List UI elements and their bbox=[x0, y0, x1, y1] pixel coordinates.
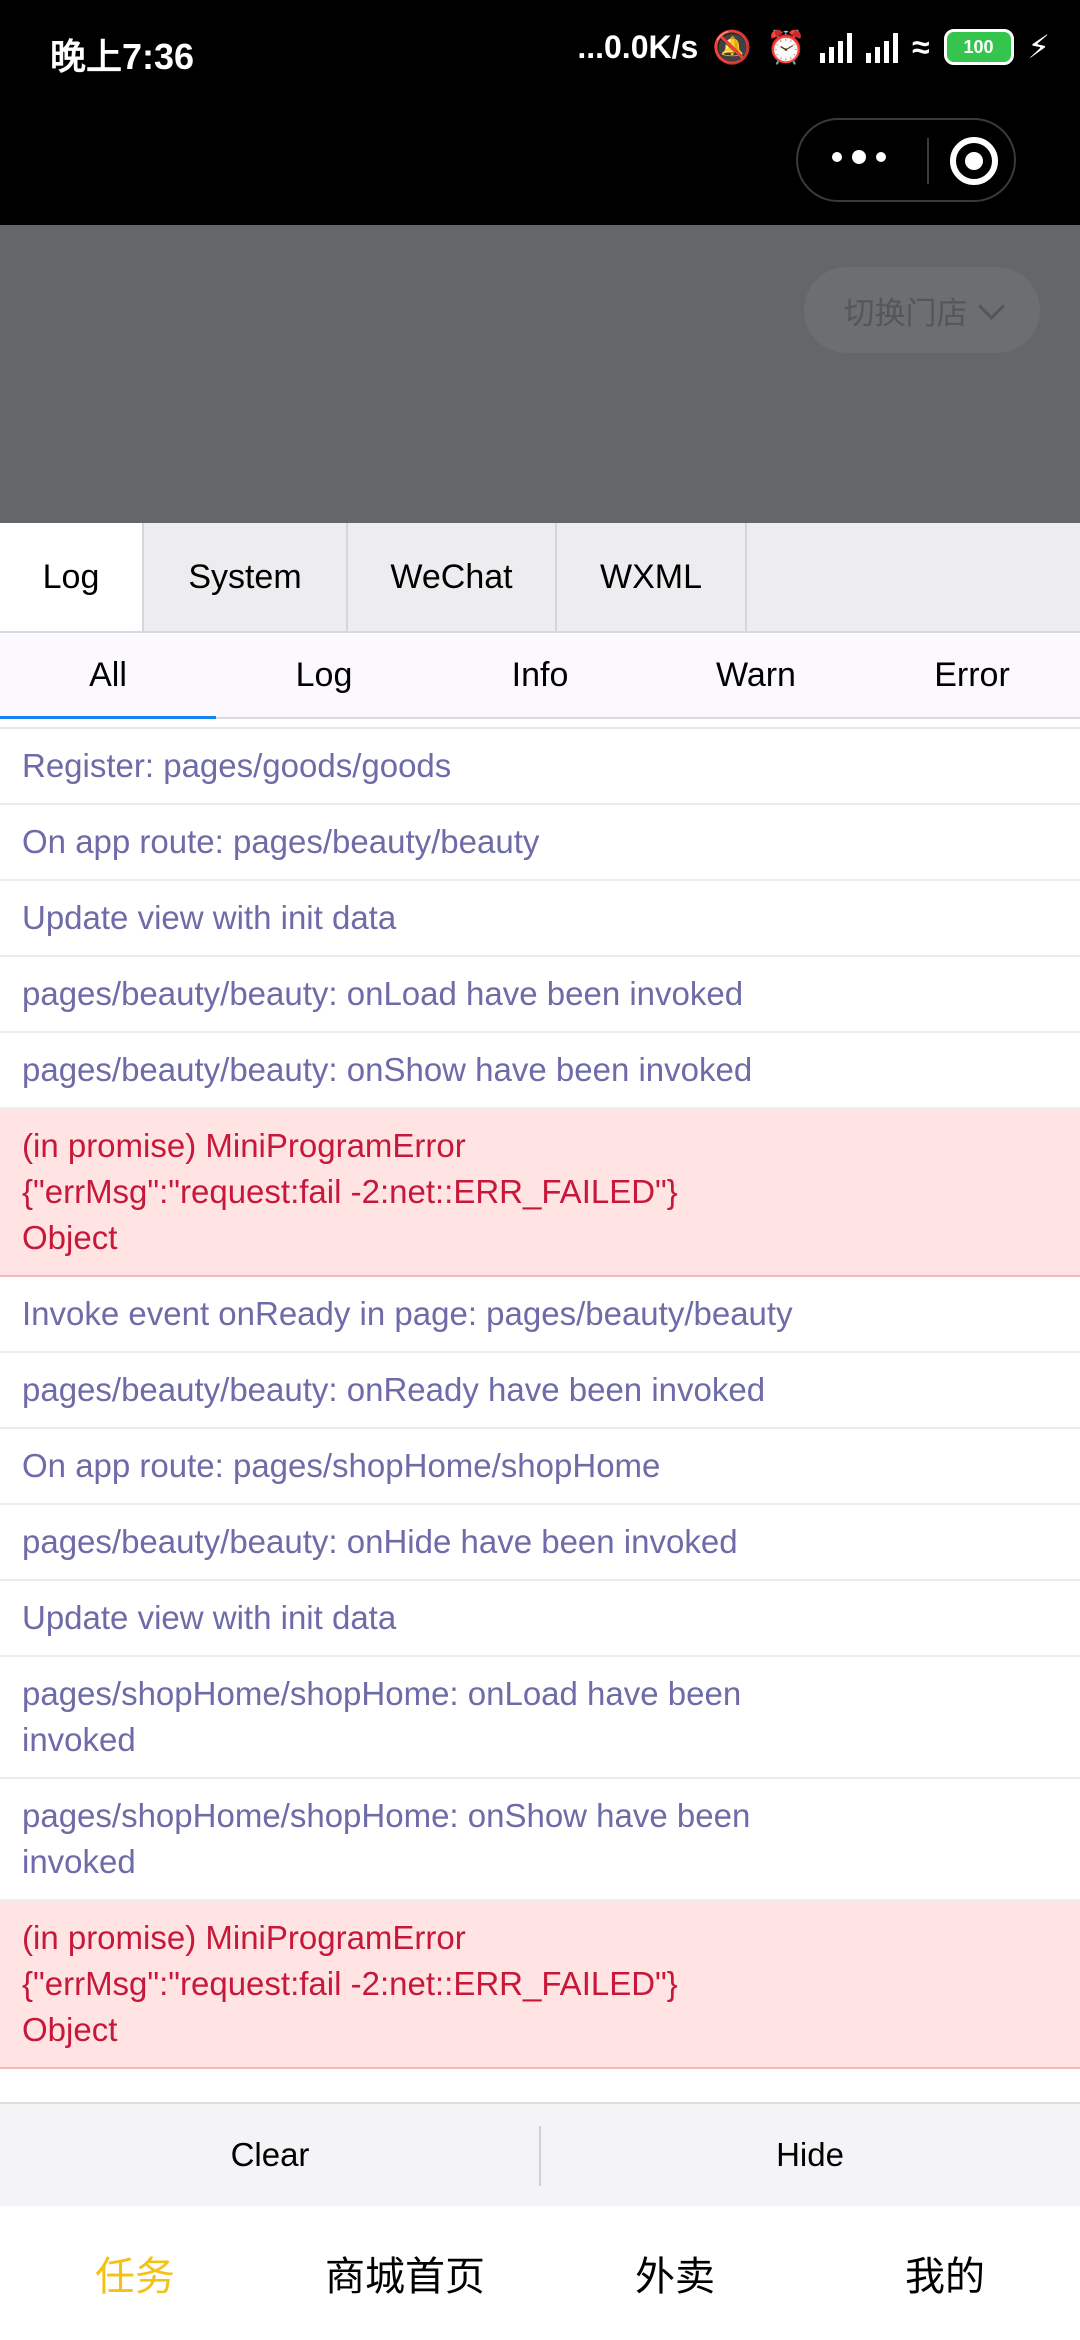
log-item: pages/beauty/beauty: onShow have been in… bbox=[0, 1033, 1080, 1109]
hide-button[interactable]: Hide bbox=[540, 2104, 1080, 2206]
switch-store-button[interactable]: 切换门店 bbox=[804, 267, 1040, 353]
tab-wxml[interactable]: WXML bbox=[557, 523, 747, 631]
console-toolbar: Clear Hide bbox=[0, 2102, 1080, 2206]
log-item: On app route: pages/shopHome/shopHome bbox=[0, 1429, 1080, 1505]
battery-icon: 100 bbox=[943, 29, 1014, 65]
tabbar-item-mine[interactable]: 我的 bbox=[810, 2206, 1080, 2340]
tabbar-item-tasks[interactable]: 任务 bbox=[0, 2206, 270, 2340]
capsule-divider bbox=[927, 138, 929, 184]
alarm-icon: ⏰ bbox=[766, 29, 806, 65]
clear-button[interactable]: Clear bbox=[0, 2104, 540, 2206]
log-item: pages/shopHome/shopHome: onLoad have bee… bbox=[0, 1657, 1080, 1779]
log-item: pages/beauty/beauty: onHide have been in… bbox=[0, 1505, 1080, 1581]
log-item: pages/shopHome/shopHome: onShow have bee… bbox=[0, 1779, 1080, 1901]
page-overlay: 切换门店 bbox=[0, 225, 1080, 523]
log-item: Update view with init data bbox=[0, 881, 1080, 957]
log-list[interactable]: Register: pages/goods/goods On app route… bbox=[0, 727, 1080, 2102]
tab-log[interactable]: Log bbox=[0, 523, 144, 631]
log-item: Register: pages/goods/goods bbox=[0, 729, 1080, 805]
chevron-down-icon bbox=[977, 292, 1005, 320]
mute-icon: 🔕 bbox=[712, 29, 753, 65]
log-item: On app route: pages/beauty/beauty bbox=[0, 805, 1080, 881]
log-item: Invoke event onReady in page: pages/beau… bbox=[0, 1277, 1080, 1353]
signal-icon bbox=[819, 31, 852, 63]
net-speed: ...0.0K/s bbox=[577, 28, 699, 65]
filter-tab-error[interactable]: Error bbox=[864, 633, 1080, 717]
tabbar-item-takeout[interactable]: 外卖 bbox=[540, 2206, 810, 2340]
tab-system[interactable]: System bbox=[144, 523, 348, 631]
console-filter-tabs: All Log Info Warn Error bbox=[0, 633, 1080, 719]
bottom-tab-bar: 任务 商城首页 外卖 我的 bbox=[0, 2206, 1080, 2340]
log-item: Update view with init data bbox=[0, 1581, 1080, 1657]
wifi-icon: ≈ bbox=[911, 28, 930, 65]
tabbar-item-mall-home[interactable]: 商城首页 bbox=[270, 2206, 540, 2340]
nav-bar bbox=[0, 100, 1080, 225]
more-dots-icon[interactable] bbox=[832, 150, 886, 164]
log-item: pages/beauty/beauty: onReady have been i… bbox=[0, 1353, 1080, 1429]
filter-tab-log[interactable]: Log bbox=[216, 633, 432, 717]
menu-capsule bbox=[796, 118, 1016, 202]
log-item: pages/beauty/beauty: onLoad have been in… bbox=[0, 957, 1080, 1033]
signal-icon bbox=[865, 31, 898, 63]
error-log-item: (in promise) MiniProgramError {"errMsg":… bbox=[0, 1109, 1080, 1277]
status-time: 晚上7:36 bbox=[50, 36, 195, 77]
filter-tab-info[interactable]: Info bbox=[432, 633, 648, 717]
close-circle-icon[interactable] bbox=[950, 137, 998, 185]
error-log-item: (in promise) MiniProgramError {"errMsg":… bbox=[0, 1901, 1080, 2069]
filter-tab-all[interactable]: All bbox=[0, 633, 216, 719]
charging-icon: ⚡ bbox=[1027, 29, 1050, 65]
filter-tab-warn[interactable]: Warn bbox=[648, 633, 864, 717]
status-icons: ...0.0K/s 🔕 ⏰ ≈ 100 ⚡ bbox=[577, 28, 1050, 66]
toolbar-divider bbox=[539, 2126, 541, 2186]
switch-store-label: 切换门店 bbox=[843, 295, 968, 331]
status-bar: 晚上7:36 ...0.0K/s 🔕 ⏰ ≈ 100 ⚡ bbox=[0, 0, 1080, 100]
tab-wechat[interactable]: WeChat bbox=[348, 523, 557, 631]
console-main-tabs: Log System WeChat WXML bbox=[0, 523, 1080, 633]
